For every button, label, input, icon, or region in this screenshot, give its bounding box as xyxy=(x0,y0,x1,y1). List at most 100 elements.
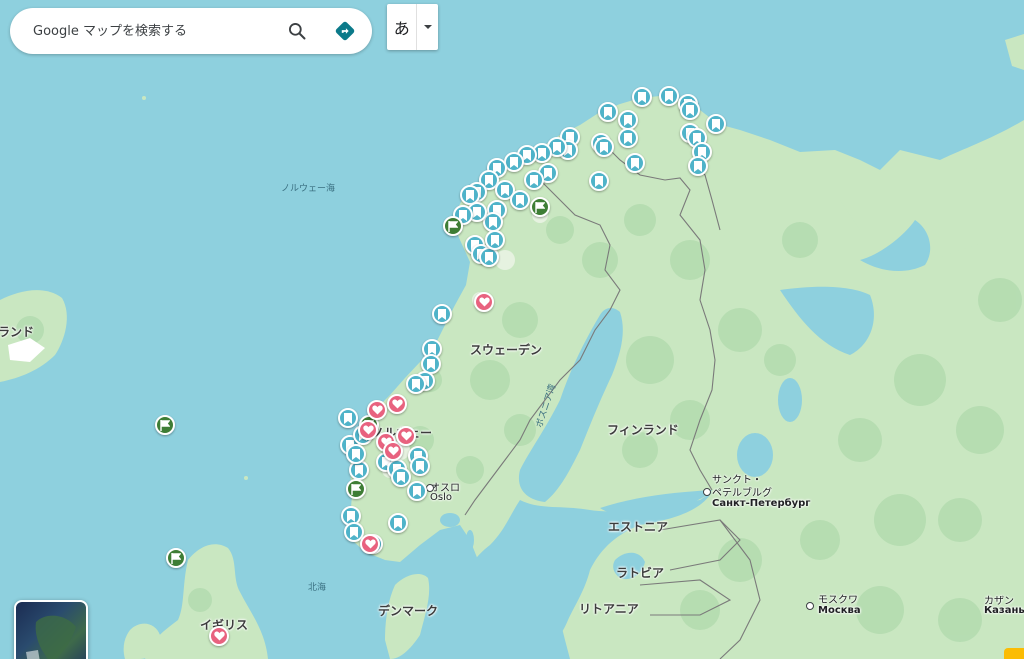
input-method-toggle: あ xyxy=(387,4,438,50)
bookmark-icon xyxy=(694,160,702,172)
bookmark-icon xyxy=(394,517,402,529)
bookmark-icon xyxy=(538,147,546,159)
bookmark-icon xyxy=(530,174,538,186)
saved-place-marker[interactable] xyxy=(598,102,618,122)
bookmark-icon xyxy=(624,132,632,144)
input-method-dropdown[interactable] xyxy=(417,4,438,50)
saved-place-marker[interactable] xyxy=(346,444,366,464)
dropdown-arrow-icon xyxy=(423,25,432,29)
lake-onega xyxy=(778,378,802,422)
map-base xyxy=(0,0,1024,659)
bookmark-icon xyxy=(638,91,646,103)
favorite-place-marker[interactable] xyxy=(367,400,387,420)
spb-dot xyxy=(703,488,711,496)
bookmark-icon xyxy=(350,526,358,538)
saved-place-marker[interactable] xyxy=(706,114,726,134)
heart-icon xyxy=(478,297,490,307)
bookmark-icon xyxy=(416,460,424,472)
bookmark-icon xyxy=(466,189,474,201)
bookmark-icon xyxy=(665,90,673,102)
flag-icon xyxy=(535,201,545,213)
label-norwegian-sea: ノルウェー海 xyxy=(281,184,336,194)
saved-place-marker[interactable] xyxy=(589,171,609,191)
favorite-place-marker[interactable] xyxy=(396,426,416,446)
search-input[interactable] xyxy=(10,8,270,54)
label-lithuania: リトアニア xyxy=(579,602,639,616)
saved-place-marker[interactable] xyxy=(618,128,638,148)
want-to-go-marker[interactable] xyxy=(346,479,366,499)
search-button[interactable] xyxy=(282,16,312,46)
flag-icon xyxy=(160,419,170,431)
saved-place-marker[interactable] xyxy=(510,190,530,210)
label-denmark: デンマーク xyxy=(378,604,439,618)
want-to-go-marker[interactable] xyxy=(166,548,186,568)
saved-place-marker[interactable] xyxy=(618,110,638,130)
bookmark-icon xyxy=(355,464,363,476)
bookmark-icon xyxy=(413,485,421,497)
bookmark-icon xyxy=(428,343,436,355)
directions-button[interactable] xyxy=(330,16,360,46)
favorite-place-marker[interactable] xyxy=(387,394,407,414)
label-iceland: ランド xyxy=(0,325,35,339)
saved-place-marker[interactable] xyxy=(338,408,358,428)
flag-icon xyxy=(351,483,361,495)
label-sweden: スウェーデン xyxy=(470,343,543,357)
bookmark-icon xyxy=(600,141,608,153)
bookmark-icon xyxy=(485,174,493,186)
street-view-button[interactable] xyxy=(1004,648,1024,659)
saved-place-marker[interactable] xyxy=(524,170,544,190)
saved-place-marker[interactable] xyxy=(625,153,645,173)
label-spb-ja-2: ペテルブルグ xyxy=(712,488,772,499)
bookmark-icon xyxy=(631,157,639,169)
saved-place-marker[interactable] xyxy=(479,247,499,267)
label-north-sea: 北海 xyxy=(308,583,327,593)
bookmark-icon xyxy=(516,194,524,206)
want-to-go-marker[interactable] xyxy=(155,415,175,435)
heart-icon xyxy=(400,431,412,441)
bookmark-icon xyxy=(485,251,493,263)
bookmark-icon xyxy=(624,114,632,126)
favorite-place-marker[interactable] xyxy=(474,292,494,312)
bookmark-icon xyxy=(501,184,509,196)
saved-place-marker[interactable] xyxy=(410,456,430,476)
heart-icon xyxy=(371,405,383,415)
lake-vanern xyxy=(440,513,460,527)
heart-icon xyxy=(387,446,399,456)
bookmark-icon xyxy=(510,156,518,168)
saved-place-marker[interactable] xyxy=(504,152,524,172)
saved-place-marker[interactable] xyxy=(407,481,427,501)
bookmark-icon xyxy=(686,104,694,116)
flag-icon xyxy=(448,220,458,232)
saved-place-marker[interactable] xyxy=(680,100,700,120)
saved-place-marker[interactable] xyxy=(594,137,614,157)
want-to-go-marker[interactable] xyxy=(530,197,550,217)
saved-place-marker[interactable] xyxy=(388,513,408,533)
oslo-dot xyxy=(426,484,434,492)
bookmark-icon xyxy=(553,141,561,153)
saved-place-marker[interactable] xyxy=(485,230,505,250)
directions-icon xyxy=(335,21,355,41)
label-latvia: ラトビア xyxy=(616,566,665,580)
label-oslo-local: Oslo xyxy=(430,492,452,503)
favorite-place-marker[interactable] xyxy=(209,626,229,646)
favorite-place-marker[interactable] xyxy=(358,420,378,440)
saved-place-marker[interactable] xyxy=(632,87,652,107)
saved-place-marker[interactable] xyxy=(406,374,426,394)
bookmark-icon xyxy=(595,175,603,187)
label-kazan-local: Казань xyxy=(984,605,1024,616)
input-method-button[interactable]: あ xyxy=(387,4,418,50)
favorite-place-marker[interactable] xyxy=(360,534,380,554)
saved-place-marker[interactable] xyxy=(688,156,708,176)
saved-place-marker[interactable] xyxy=(432,304,452,324)
heart-icon xyxy=(364,539,376,549)
bookmark-icon xyxy=(604,106,612,118)
want-to-go-marker[interactable] xyxy=(443,216,463,236)
satellite-thumbnail xyxy=(26,615,76,659)
layers-toggle-button[interactable] xyxy=(14,600,88,659)
heart-icon xyxy=(362,425,374,435)
map-canvas[interactable]: あ ノルウェー海 北海 ランド スウェーデン フィンランド ノルウェー ボスニア… xyxy=(0,0,1024,659)
bookmark-icon xyxy=(347,510,355,522)
saved-place-marker[interactable] xyxy=(659,86,679,106)
bookmark-icon xyxy=(412,378,420,390)
flag-icon xyxy=(171,552,181,564)
